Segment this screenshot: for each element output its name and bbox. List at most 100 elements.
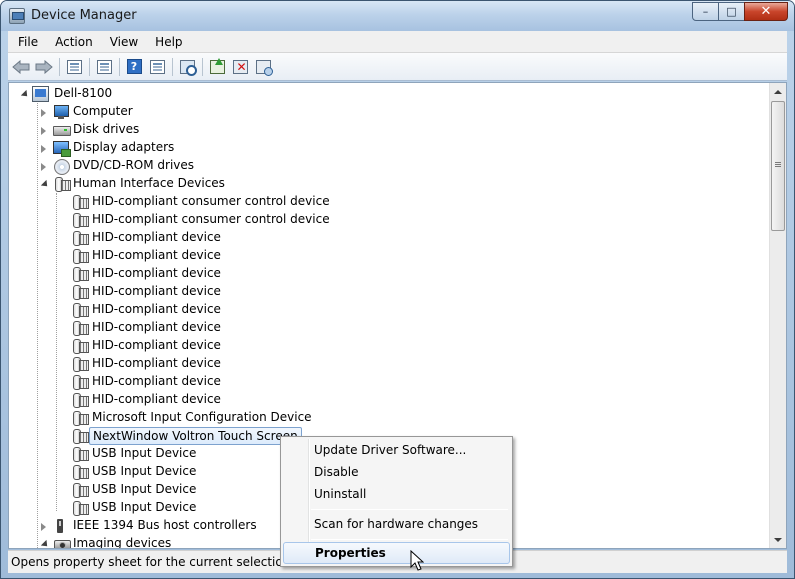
hid-device-icon xyxy=(71,284,89,300)
hid-device-icon xyxy=(71,302,89,318)
hid-device-label: USB Input Device xyxy=(92,482,197,496)
collapsed-arrow-icon[interactable] xyxy=(39,522,48,531)
hid-device-label: HID-compliant device xyxy=(92,266,221,280)
scrollbar-thumb[interactable] xyxy=(771,101,785,231)
caption-buttons: – □ ✕ xyxy=(692,2,788,21)
hid-device-label: HID-compliant device xyxy=(92,392,221,406)
scroll-up-arrow-icon xyxy=(774,89,782,94)
add-legacy-hardware-icon xyxy=(255,59,273,76)
maximize-button[interactable]: □ xyxy=(718,2,745,21)
display-adapter-icon xyxy=(53,140,71,157)
collapsed-arrow-icon[interactable] xyxy=(39,126,48,135)
hid-device-label: USB Input Device xyxy=(92,500,197,514)
scroll-down-button[interactable] xyxy=(770,531,786,548)
hid-device-label: HID-compliant device xyxy=(92,284,221,298)
device-manager-app-icon xyxy=(9,8,25,24)
imaging-device-icon xyxy=(53,536,71,548)
hid-device-icon xyxy=(71,410,89,426)
hid-device-label: Microsoft Input Configuration Device xyxy=(92,410,312,424)
menu-separator xyxy=(311,509,508,510)
hid-device-label: HID-compliant device xyxy=(92,338,221,352)
hid-device-icon xyxy=(71,482,89,498)
disk-drive-icon xyxy=(53,122,71,138)
view-button[interactable] xyxy=(147,57,167,77)
tree-category-label: IEEE 1394 Bus host controllers xyxy=(73,518,257,532)
collapsed-arrow-icon[interactable] xyxy=(39,162,48,171)
close-button[interactable]: ✕ xyxy=(744,2,788,21)
scan-hardware-menu-item[interactable]: Scan for hardware changes xyxy=(283,513,510,535)
add-legacy-hardware-button[interactable] xyxy=(253,57,273,77)
hid-device-label: HID-compliant device xyxy=(92,302,221,316)
tree-line xyxy=(37,95,38,548)
hid-device-icon xyxy=(71,374,89,390)
hid-icon xyxy=(53,176,71,192)
tree-category-label: Human Interface Devices xyxy=(73,176,225,190)
back-arrow-icon xyxy=(12,59,30,74)
status-text: Opens property sheet for the current sel… xyxy=(11,555,295,569)
properties-button[interactable] xyxy=(94,57,114,77)
show-hide-tree-button[interactable] xyxy=(64,57,84,77)
menu-action[interactable]: Action xyxy=(48,35,100,49)
toolbar-separator xyxy=(119,57,120,76)
context-menu: Update Driver Software... Disable Uninst… xyxy=(280,436,513,567)
menu-file[interactable]: File xyxy=(11,35,45,49)
tree-category-label: Imaging devices xyxy=(73,536,172,549)
scan-hardware-button[interactable] xyxy=(177,57,197,77)
tree-category-label: Disk drives xyxy=(73,122,140,136)
update-driver-button[interactable] xyxy=(207,57,227,77)
hid-device-icon xyxy=(71,446,89,462)
hid-device-icon xyxy=(71,194,89,210)
scroll-up-button[interactable] xyxy=(770,83,786,100)
disable-menu-item[interactable]: Disable xyxy=(283,461,510,483)
computer-icon xyxy=(32,86,49,102)
mouse-pointer-icon xyxy=(410,550,424,571)
menu-separator xyxy=(311,539,508,540)
hid-device-icon xyxy=(71,248,89,264)
menu-help[interactable]: Help xyxy=(148,35,189,49)
hid-device-icon xyxy=(71,230,89,246)
tree-category-label: Display adapters xyxy=(73,140,175,154)
expanded-arrow-icon[interactable] xyxy=(19,90,28,99)
collapsed-arrow-icon[interactable] xyxy=(39,108,48,117)
window-title: Device Manager xyxy=(31,8,137,23)
view-icon xyxy=(149,59,165,74)
vertical-scrollbar[interactable] xyxy=(769,83,786,548)
hid-device-label: HID-compliant consumer control device xyxy=(92,194,330,208)
tree-category-label: Computer xyxy=(73,104,133,118)
toolbar: ? ✕ xyxy=(8,53,787,81)
hid-device-label: HID-compliant device xyxy=(92,356,221,370)
uninstall-menu-item[interactable]: Uninstall xyxy=(283,483,510,505)
show-hide-tree-icon xyxy=(66,59,82,74)
minimize-button[interactable]: – xyxy=(692,2,719,21)
properties-menu-item[interactable]: Properties xyxy=(283,542,510,564)
hid-device-label: USB Input Device xyxy=(92,446,197,460)
back-button[interactable] xyxy=(11,57,31,77)
menu-view[interactable]: View xyxy=(103,35,145,49)
hid-device-label: HID-compliant device xyxy=(92,320,221,334)
forward-button[interactable] xyxy=(34,57,54,77)
update-driver-icon xyxy=(209,57,225,74)
dvd-drive-icon xyxy=(53,158,70,175)
help-button[interactable]: ? xyxy=(124,57,144,77)
uninstall-button[interactable]: ✕ xyxy=(230,57,250,77)
hid-device-label: USB Input Device xyxy=(92,464,197,478)
hid-device-icon xyxy=(71,464,89,480)
hid-device-icon xyxy=(71,428,89,444)
update-driver-menu-item[interactable]: Update Driver Software... xyxy=(283,439,510,461)
scroll-down-arrow-icon xyxy=(774,537,782,542)
tree-root-label: Dell-8100 xyxy=(54,86,113,100)
toolbar-separator xyxy=(59,57,60,76)
collapsed-arrow-icon[interactable] xyxy=(39,144,48,153)
hid-device-icon xyxy=(71,338,89,354)
toolbar-separator xyxy=(172,57,173,76)
tree-line xyxy=(56,193,57,511)
menu-bar: File Action View Help xyxy=(8,31,787,53)
device-manager-window: Device Manager – □ ✕ File Action View He… xyxy=(0,0,795,579)
expanded-arrow-icon[interactable] xyxy=(39,180,48,189)
hid-device-icon xyxy=(71,266,89,282)
hid-device-icon xyxy=(71,212,89,228)
expanded-arrow-icon[interactable] xyxy=(39,540,48,548)
title-bar[interactable]: Device Manager – □ ✕ xyxy=(1,1,794,31)
forward-arrow-icon xyxy=(35,59,53,74)
uninstall-icon: ✕ xyxy=(232,59,248,74)
